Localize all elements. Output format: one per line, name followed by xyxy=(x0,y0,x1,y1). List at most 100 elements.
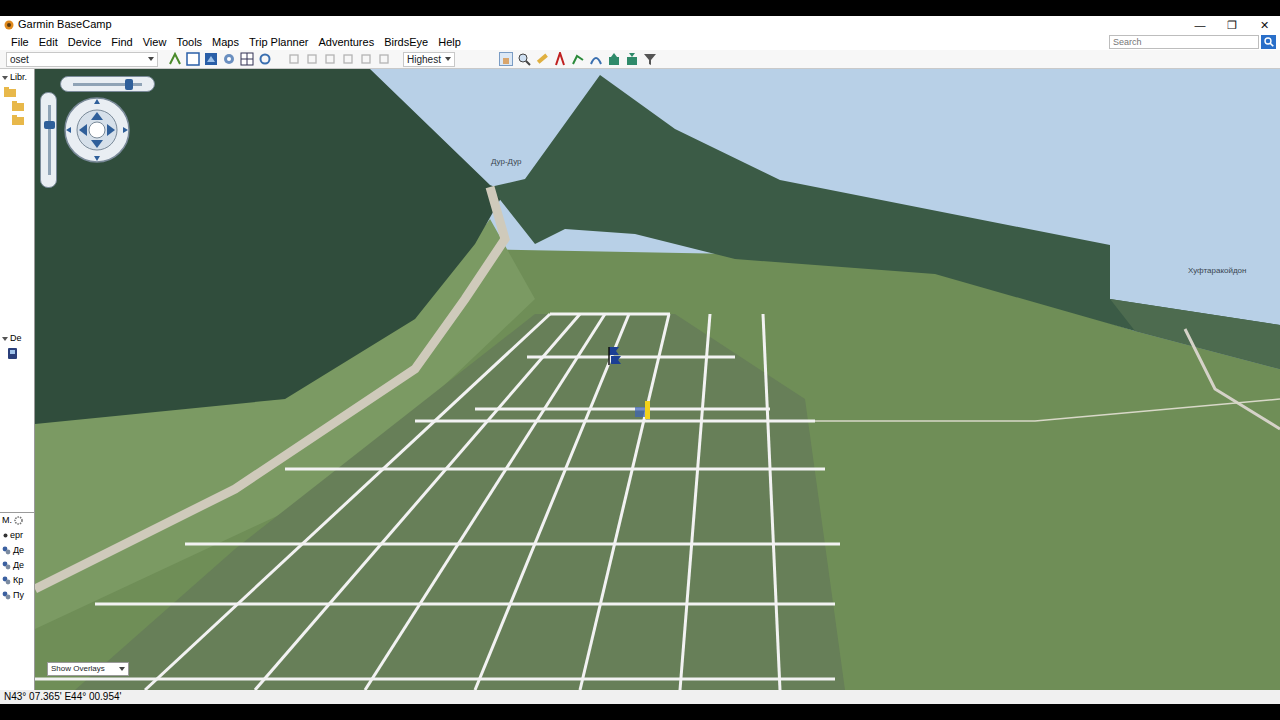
close-button[interactable]: ✕ xyxy=(1248,17,1280,33)
search-field[interactable] xyxy=(1109,35,1259,49)
collection-label: Пу xyxy=(13,590,24,601)
shape xyxy=(342,53,354,65)
shape xyxy=(360,53,372,65)
collection-item[interactable]: Кр xyxy=(2,575,32,586)
zoom-knob[interactable] xyxy=(125,79,133,90)
menu-item[interactable]: Trip Planner xyxy=(244,34,314,50)
collection-item[interactable]: Пу xyxy=(2,590,32,601)
map-place-label: Хуфтаракойдон xyxy=(1188,265,1246,277)
profile-value: oset xyxy=(10,52,29,67)
refresh-icon[interactable] xyxy=(257,51,273,67)
shape xyxy=(2,336,8,342)
device-icon xyxy=(8,348,17,359)
menu-item[interactable]: File xyxy=(6,34,34,50)
ruler-icon[interactable] xyxy=(534,51,550,67)
overlays-value: Show Overlays xyxy=(51,663,105,675)
device-item[interactable] xyxy=(2,348,32,359)
menu-item[interactable]: Edit xyxy=(34,34,63,50)
shape xyxy=(6,550,11,555)
shape xyxy=(2,75,8,81)
route-icon[interactable] xyxy=(167,51,183,67)
shape xyxy=(91,112,103,120)
layers-icon[interactable] xyxy=(221,51,237,67)
shape xyxy=(475,408,770,411)
shape xyxy=(609,57,619,65)
shape xyxy=(763,314,780,690)
shape xyxy=(500,53,513,66)
shape xyxy=(503,58,509,64)
profile-dropdown[interactable]: oset xyxy=(6,52,158,67)
menu-item[interactable]: Maps xyxy=(207,34,244,50)
menu-item[interactable]: Help xyxy=(433,34,466,50)
shape xyxy=(526,61,530,65)
track-icon[interactable] xyxy=(588,51,604,67)
shape xyxy=(12,115,17,118)
shape xyxy=(2,337,8,341)
shape xyxy=(145,314,550,690)
minimize-button[interactable]: — xyxy=(1184,17,1216,33)
shape xyxy=(527,356,735,359)
shape xyxy=(633,399,655,421)
grid-icon[interactable] xyxy=(239,51,255,67)
shape xyxy=(107,124,115,136)
hand-icon[interactable] xyxy=(498,51,514,67)
panel-title: M. xyxy=(2,515,12,526)
dropdown-arrow-icon xyxy=(148,57,154,61)
menu-item[interactable]: Device xyxy=(63,34,107,50)
library-folder[interactable] xyxy=(2,101,32,111)
shape xyxy=(2,576,11,585)
library-folder[interactable] xyxy=(2,115,32,125)
shape xyxy=(611,356,621,364)
shape xyxy=(224,54,234,64)
shape xyxy=(4,87,9,90)
library-folder[interactable] xyxy=(2,87,32,97)
search-box xyxy=(1109,35,1276,49)
zoom-icon[interactable] xyxy=(516,51,532,67)
collection-label: Де xyxy=(13,545,24,556)
detail-dropdown[interactable]: Highest xyxy=(403,52,455,67)
library-label: Libr. xyxy=(10,72,27,83)
shape xyxy=(63,96,131,164)
pan-wheel-icon[interactable] xyxy=(63,96,131,164)
tilt-knob[interactable] xyxy=(44,121,55,129)
waypoint-flag-icon[interactable] xyxy=(605,345,627,367)
menu-item[interactable]: Tools xyxy=(171,34,207,50)
shape xyxy=(12,101,17,104)
menu-item[interactable]: BirdsEye xyxy=(379,34,433,50)
menu-item[interactable]: Adventures xyxy=(314,34,380,50)
menu-item[interactable]: View xyxy=(138,34,172,50)
map-2d-icon[interactable] xyxy=(185,51,201,67)
text-icon[interactable] xyxy=(552,51,568,67)
shape xyxy=(589,52,603,66)
filter-icon[interactable] xyxy=(642,51,658,67)
collection-label: epr xyxy=(10,530,23,541)
library-row[interactable]: Libr. xyxy=(2,72,32,83)
search-button[interactable] xyxy=(1261,35,1276,49)
collection-item[interactable]: Де xyxy=(2,560,32,571)
shape xyxy=(591,58,601,64)
map-3d-icon[interactable] xyxy=(203,51,219,67)
collection-item[interactable]: Де xyxy=(2,545,32,556)
zoom-slider[interactable] xyxy=(60,76,155,92)
device-row[interactable]: De xyxy=(2,333,32,344)
shape xyxy=(186,52,200,66)
menu-item[interactable]: Find xyxy=(106,34,137,50)
shape xyxy=(580,314,669,690)
shape xyxy=(35,187,505,589)
main-area: Libr.DeM.eprДеДеКрПуДур-ДурХуфтаракойдон… xyxy=(0,69,1280,690)
waypoint-flag-icon[interactable] xyxy=(633,399,655,421)
shape xyxy=(324,53,336,65)
shape xyxy=(290,55,298,63)
send-device-icon[interactable] xyxy=(606,51,622,67)
maximize-button[interactable]: ❐ xyxy=(1216,17,1248,33)
shape xyxy=(288,53,300,65)
collection-item[interactable]: epr xyxy=(2,530,32,541)
shape xyxy=(308,55,316,63)
receive-device-icon[interactable] xyxy=(624,51,640,67)
map-view[interactable]: Дур-ДурХуфтаракойдонShow Overlays xyxy=(35,69,1280,690)
overlays-dropdown[interactable]: Show Overlays xyxy=(47,662,129,676)
route-tool-icon[interactable] xyxy=(570,51,586,67)
tilt-slider[interactable] xyxy=(40,92,57,188)
gear-icon[interactable] xyxy=(14,516,23,525)
screen-border xyxy=(0,704,1280,720)
